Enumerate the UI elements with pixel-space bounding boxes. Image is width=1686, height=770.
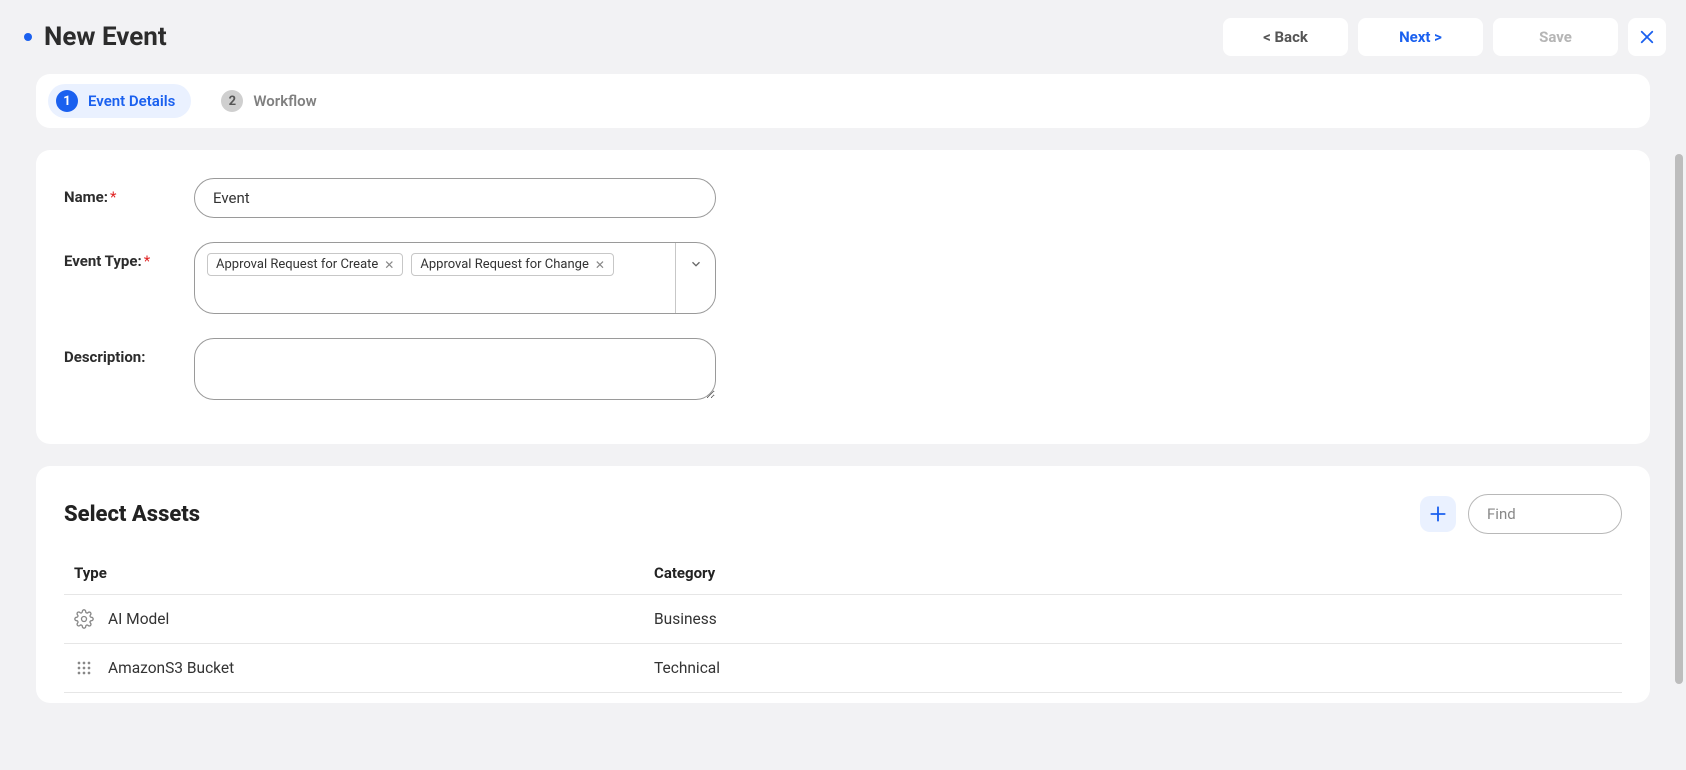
select-assets-panel: Select Assets Type Category AI Model Bus… — [36, 466, 1650, 703]
asset-type-value: AI Model — [108, 610, 169, 628]
event-details-form: Name:* Event Type:* Approval Request for… — [36, 150, 1650, 444]
table-row[interactable]: AI Model Business — [64, 595, 1622, 644]
find-asset-input[interactable] — [1468, 494, 1622, 534]
vertical-scrollbar[interactable] — [1675, 154, 1683, 684]
select-assets-title: Select Assets — [64, 502, 200, 527]
chevron-down-icon — [689, 257, 703, 271]
save-button[interactable]: Save — [1493, 18, 1618, 56]
step-event-details[interactable]: 1 Event Details — [48, 84, 191, 118]
event-type-tag: Approval Request for Create ✕ — [207, 253, 403, 276]
back-button[interactable]: < Back — [1223, 18, 1348, 56]
plus-icon — [1428, 504, 1448, 524]
grid-icon — [74, 658, 94, 678]
step-label: Event Details — [88, 92, 175, 110]
name-label: Name:* — [64, 178, 194, 206]
description-input[interactable] — [194, 338, 716, 400]
column-header-type: Type — [74, 564, 654, 582]
assets-table-header: Type Category — [64, 552, 1622, 595]
gear-icon — [74, 609, 94, 629]
close-button[interactable] — [1628, 18, 1666, 56]
remove-tag-icon[interactable]: ✕ — [595, 258, 605, 272]
step-number: 1 — [56, 90, 78, 112]
step-workflow[interactable]: 2 Workflow — [213, 84, 332, 118]
asset-type-value: AmazonS3 Bucket — [108, 659, 234, 677]
event-type-dropdown-toggle[interactable] — [675, 243, 715, 313]
next-button[interactable]: Next > — [1358, 18, 1483, 56]
description-label: Description: — [64, 338, 194, 366]
asset-category-value: Business — [654, 610, 1612, 628]
page-title: New Event — [44, 22, 167, 52]
page-header: New Event < Back Next > Save — [16, 18, 1670, 74]
name-input[interactable] — [194, 178, 716, 218]
remove-tag-icon[interactable]: ✕ — [384, 258, 394, 272]
step-label: Workflow — [253, 92, 316, 110]
asset-category-value: Technical — [654, 659, 1612, 677]
event-type-label: Event Type:* — [64, 242, 194, 270]
close-icon — [1638, 28, 1656, 46]
event-type-tag: Approval Request for Change ✕ — [411, 253, 614, 276]
event-type-select[interactable]: Approval Request for Create ✕ Approval R… — [194, 242, 716, 314]
status-dot-icon — [24, 33, 32, 41]
event-type-tags: Approval Request for Create ✕ Approval R… — [195, 243, 675, 313]
wizard-steps: 1 Event Details 2 Workflow — [36, 74, 1650, 128]
add-asset-button[interactable] — [1420, 496, 1456, 532]
assets-table: Type Category AI Model Business AmazonS3… — [64, 552, 1622, 693]
step-number: 2 — [221, 90, 243, 112]
table-row[interactable]: AmazonS3 Bucket Technical — [64, 644, 1622, 693]
header-actions: < Back Next > Save — [1223, 18, 1666, 56]
column-header-category: Category — [654, 564, 1612, 582]
